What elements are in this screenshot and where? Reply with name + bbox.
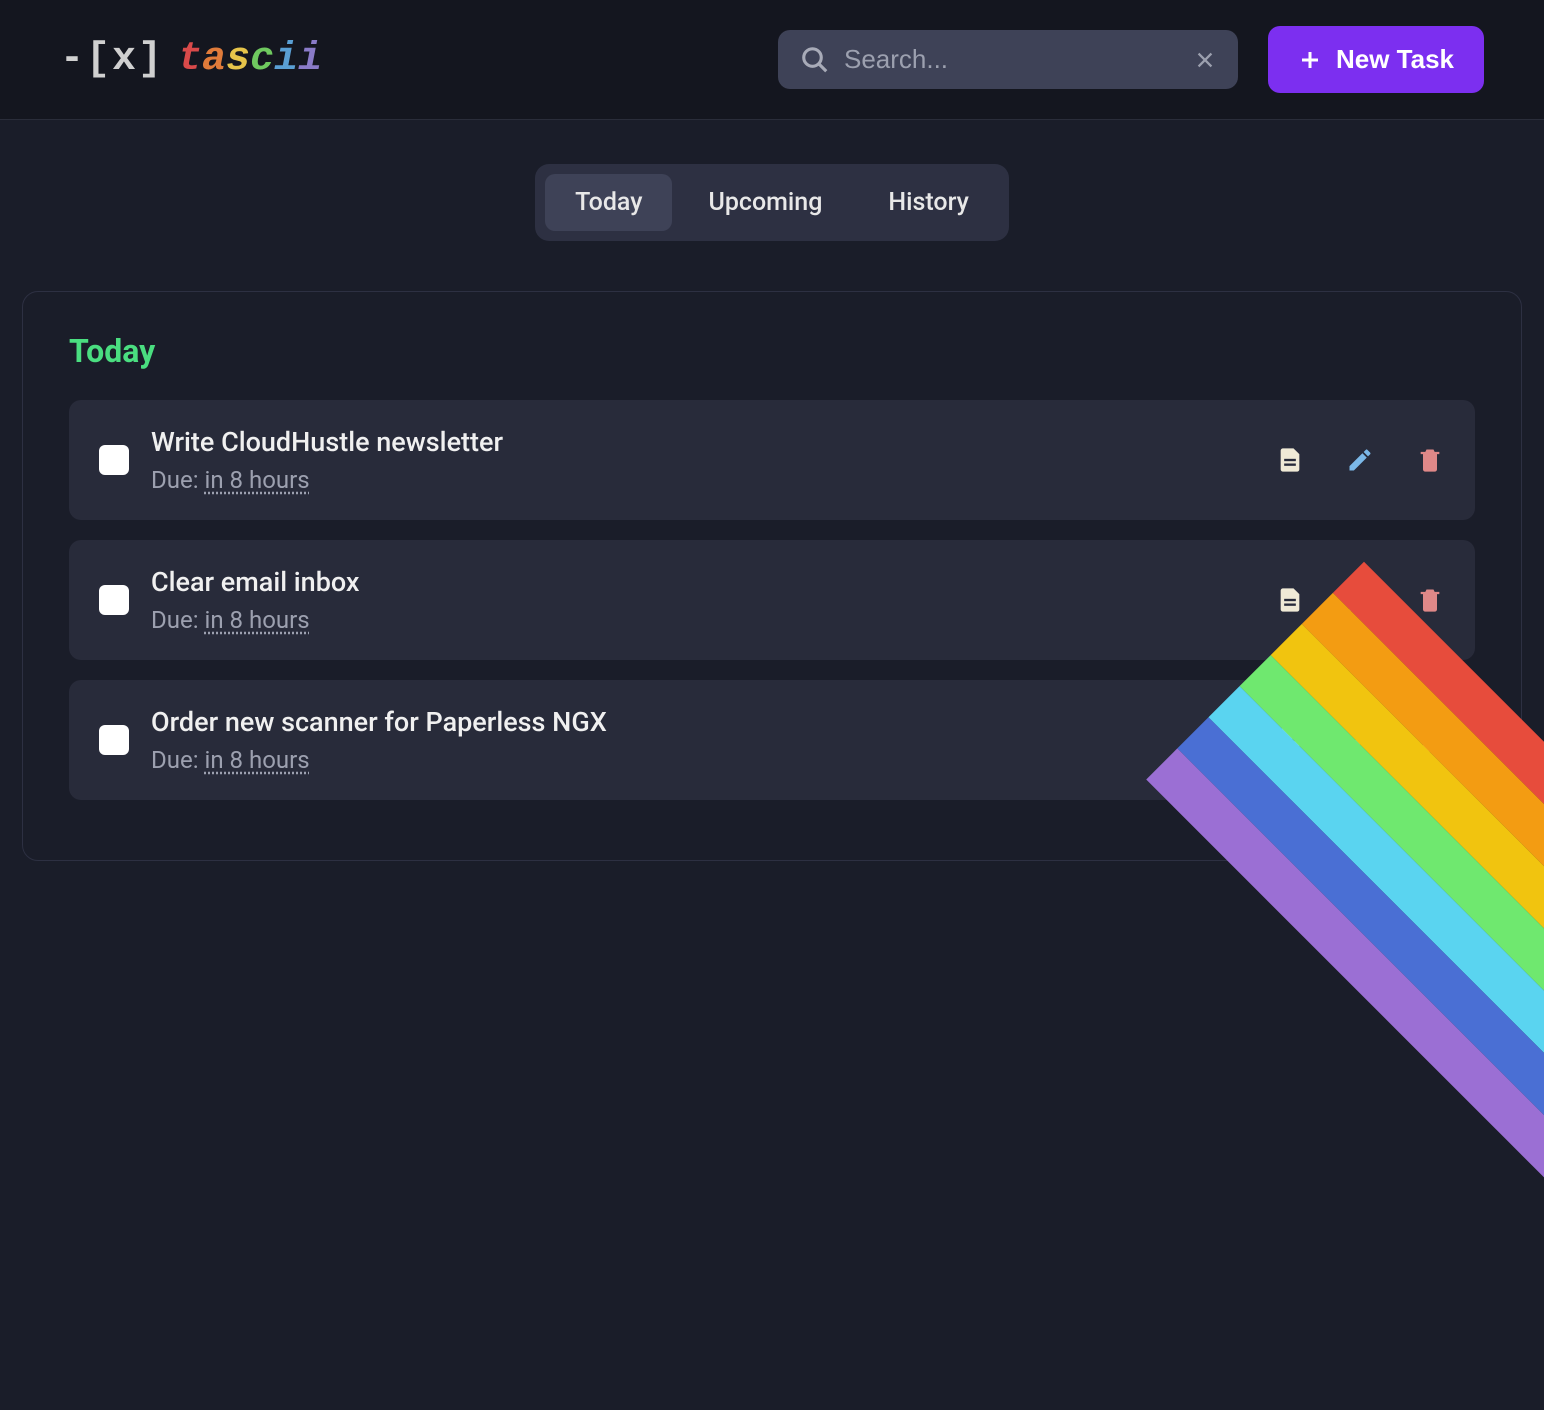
tab-upcoming[interactable]: Upcoming	[678, 174, 852, 231]
task-body: Write CloudHustle newsletter Due: in 8 h…	[151, 426, 1275, 494]
delete-button[interactable]	[1415, 585, 1445, 615]
task-body: Clear email inbox Due: in 8 hours	[151, 566, 1275, 634]
task-due-time: in 8 hours	[204, 746, 309, 774]
task-due: Due: in 8 hours	[151, 606, 1275, 634]
task-due-time: in 8 hours	[204, 606, 309, 634]
task-actions	[1275, 725, 1445, 755]
notes-button[interactable]	[1275, 445, 1305, 475]
task-checkbox[interactable]	[99, 445, 129, 475]
logo-name: tascii	[178, 37, 322, 82]
task-due: Due: in 8 hours	[151, 746, 1275, 774]
search-icon	[800, 45, 830, 75]
tab-today[interactable]: Today	[545, 174, 672, 231]
trash-icon	[1416, 726, 1444, 754]
notes-button[interactable]	[1275, 585, 1305, 615]
pencil-icon	[1346, 726, 1374, 754]
task-row: Order new scanner for Paperless NGX Due:…	[69, 680, 1475, 800]
search-container[interactable]	[778, 30, 1238, 89]
plus-icon	[1298, 48, 1322, 72]
edit-button[interactable]	[1345, 585, 1375, 615]
edit-button[interactable]	[1345, 725, 1375, 755]
file-icon	[1276, 446, 1304, 474]
logo-prefix: -[x]	[60, 37, 164, 82]
task-row: Clear email inbox Due: in 8 hours	[69, 540, 1475, 660]
task-title: Write CloudHustle newsletter	[151, 426, 1275, 458]
search-input[interactable]	[844, 44, 1194, 75]
task-checkbox[interactable]	[99, 585, 129, 615]
file-icon	[1276, 586, 1304, 614]
task-checkbox[interactable]	[99, 725, 129, 755]
file-icon	[1276, 726, 1304, 754]
task-due: Due: in 8 hours	[151, 466, 1275, 494]
task-body: Order new scanner for Paperless NGX Due:…	[151, 706, 1275, 774]
trash-icon	[1416, 446, 1444, 474]
app-logo: -[x] tascii	[60, 37, 322, 82]
app-header: -[x] tascii New Task	[0, 0, 1544, 120]
clear-icon[interactable]	[1194, 49, 1216, 71]
today-panel: Today Write CloudHustle newsletter Due: …	[22, 291, 1522, 861]
new-task-button[interactable]: New Task	[1268, 26, 1484, 93]
trash-icon	[1416, 586, 1444, 614]
task-title: Clear email inbox	[151, 566, 1275, 598]
header-right: New Task	[778, 26, 1484, 93]
pencil-icon	[1346, 586, 1374, 614]
new-task-label: New Task	[1336, 44, 1454, 75]
tab-history[interactable]: History	[858, 174, 999, 231]
task-actions	[1275, 445, 1445, 475]
panel-title: Today	[69, 332, 1475, 370]
edit-button[interactable]	[1345, 445, 1375, 475]
task-title: Order new scanner for Paperless NGX	[151, 706, 1275, 738]
delete-button[interactable]	[1415, 725, 1445, 755]
delete-button[interactable]	[1415, 445, 1445, 475]
tabs-container: Today Upcoming History	[0, 164, 1544, 241]
notes-button[interactable]	[1275, 725, 1305, 755]
task-row: Write CloudHustle newsletter Due: in 8 h…	[69, 400, 1475, 520]
task-due-time: in 8 hours	[204, 466, 309, 494]
tabs: Today Upcoming History	[535, 164, 1009, 241]
pencil-icon	[1346, 446, 1374, 474]
task-actions	[1275, 585, 1445, 615]
